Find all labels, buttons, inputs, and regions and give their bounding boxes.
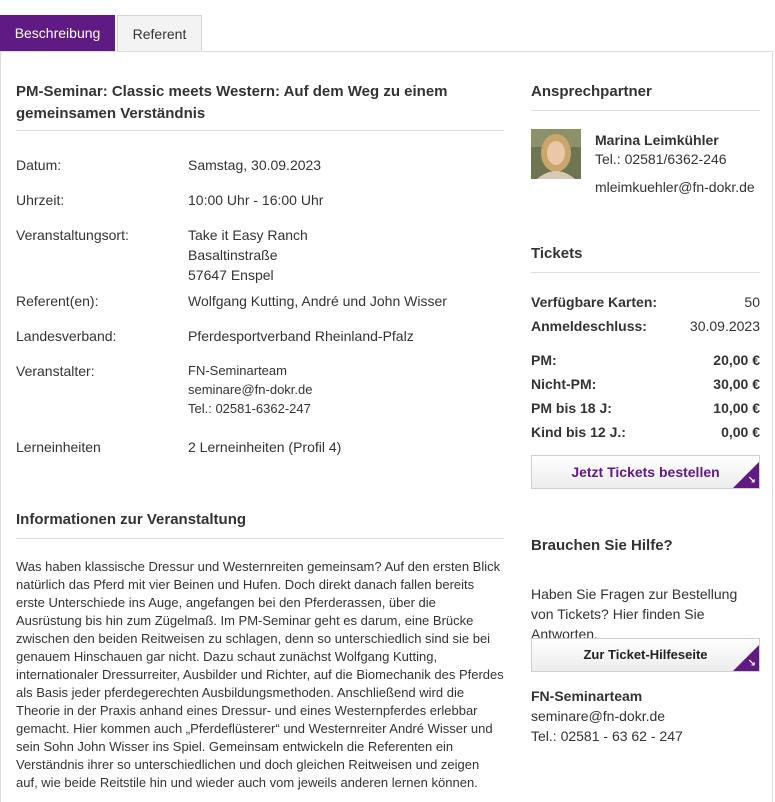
row-label: Veranstalter: <box>16 363 95 379</box>
price-label: Nicht-PM: <box>531 376 597 392</box>
divider <box>531 110 760 111</box>
tab-panel: PM-Seminar: Classic meets Western: Auf d… <box>0 51 773 802</box>
team-name: FN-Seminarteam <box>531 688 643 704</box>
row-label: Uhrzeit: <box>16 192 65 208</box>
price-label: PM bis 18 J: <box>531 400 612 416</box>
row-value: 10:00 Uhr - 16:00 Uhr <box>188 192 324 208</box>
row-value: Samstag, 30.09.2023 <box>188 157 322 173</box>
ticket-help-button[interactable]: Zur Ticket-Hilfeseite ↘ <box>531 638 760 672</box>
tickets-deadline-value: 30.09.2023 <box>689 318 760 334</box>
row-value: FN-Seminarteam seminare@fn-dokr.de Tel.:… <box>188 361 504 418</box>
avatar-portrait-icon <box>531 129 581 179</box>
help-text: Haben Sie Fragen zur Bestellung von Tick… <box>531 586 738 642</box>
row-label: Veranstaltungsort: <box>16 227 129 243</box>
tickets-available-label: Verfügbare Karten: <box>531 294 658 310</box>
ticket-help-label: Zur Ticket-Hilfeseite <box>583 647 708 662</box>
tab-beschreibung[interactable]: Beschreibung <box>0 15 115 51</box>
row-label: Lerneinheiten <box>16 439 101 455</box>
divider <box>16 130 504 131</box>
contact-name: Marina Leimkühler <box>595 132 719 148</box>
arrow-down-right-icon: ↘ <box>747 658 756 669</box>
row-value: Wolfgang Kutting, André und John Wisser <box>188 293 447 309</box>
price-value: 30,00 € <box>713 376 760 392</box>
contact-avatar <box>531 129 581 179</box>
price-value: 20,00 € <box>713 352 760 368</box>
venue-city: 57647 Enspel <box>188 267 274 283</box>
tickets-heading: Tickets <box>531 245 583 262</box>
tickets-deadline-label: Anmeldeschluss: <box>531 318 647 334</box>
order-tickets-button[interactable]: Jetzt Tickets bestellen ↘ <box>531 455 760 489</box>
divider <box>531 272 760 273</box>
event-title: PM-Seminar: Classic meets Western: Auf d… <box>16 83 448 122</box>
row-value: 2 Lerneinheiten (Profil 4) <box>188 439 342 455</box>
organizer-tel: Tel.: 02581-6362-247 <box>188 401 311 416</box>
event-description: Was haben klassische Dressur und Western… <box>16 559 504 790</box>
price-value: 10,00 € <box>713 400 760 416</box>
help-heading: Brauchen Sie Hilfe? <box>531 537 673 554</box>
row-value: Pferdesportverband Rheinland-Pfalz <box>188 328 414 344</box>
contact-heading: Ansprechpartner <box>531 83 652 100</box>
price-label: PM: <box>531 352 557 368</box>
team-phone: Tel.: 02581 - 63 62 - 247 <box>531 728 683 744</box>
price-label: Kind bis 12 J.: <box>531 424 626 440</box>
price-value: 0,00 € <box>721 424 760 440</box>
tickets-available-value: 50 <box>744 294 760 310</box>
row-value: Take it Easy Ranch Basaltinstraße 57647 … <box>188 225 504 285</box>
arrow-down-right-icon: ↘ <box>747 475 756 486</box>
order-tickets-label: Jetzt Tickets bestellen <box>571 464 720 480</box>
row-veranstaltungsort: Veranstaltungsort: Take it Easy Ranch Ba… <box>16 225 504 285</box>
venue-name: Take it Easy Ranch <box>188 227 308 243</box>
tab-referent[interactable]: Referent <box>117 15 202 52</box>
team-email[interactable]: seminare@fn-dokr.de <box>531 706 760 726</box>
row-label: Landesverband: <box>16 328 117 344</box>
row-label: Datum: <box>16 157 62 173</box>
row-veranstalter: Veranstalter: FN-Seminarteam seminare@fn… <box>16 361 504 421</box>
tab-bar: Beschreibung Referent <box>0 15 775 52</box>
organizer-name: FN-Seminarteam <box>188 363 287 378</box>
contact-phone: Tel.: 02581/6362-246 <box>595 151 727 167</box>
divider <box>16 538 504 539</box>
venue-street: Basaltinstraße <box>188 247 278 263</box>
organizer-email: seminare@fn-dokr.de <box>188 382 313 397</box>
contact-email[interactable]: mleimkuehler@fn-dokr.de <box>595 177 755 197</box>
info-heading: Informationen zur Veranstaltung <box>16 511 247 528</box>
row-label: Referent(en): <box>16 293 99 309</box>
